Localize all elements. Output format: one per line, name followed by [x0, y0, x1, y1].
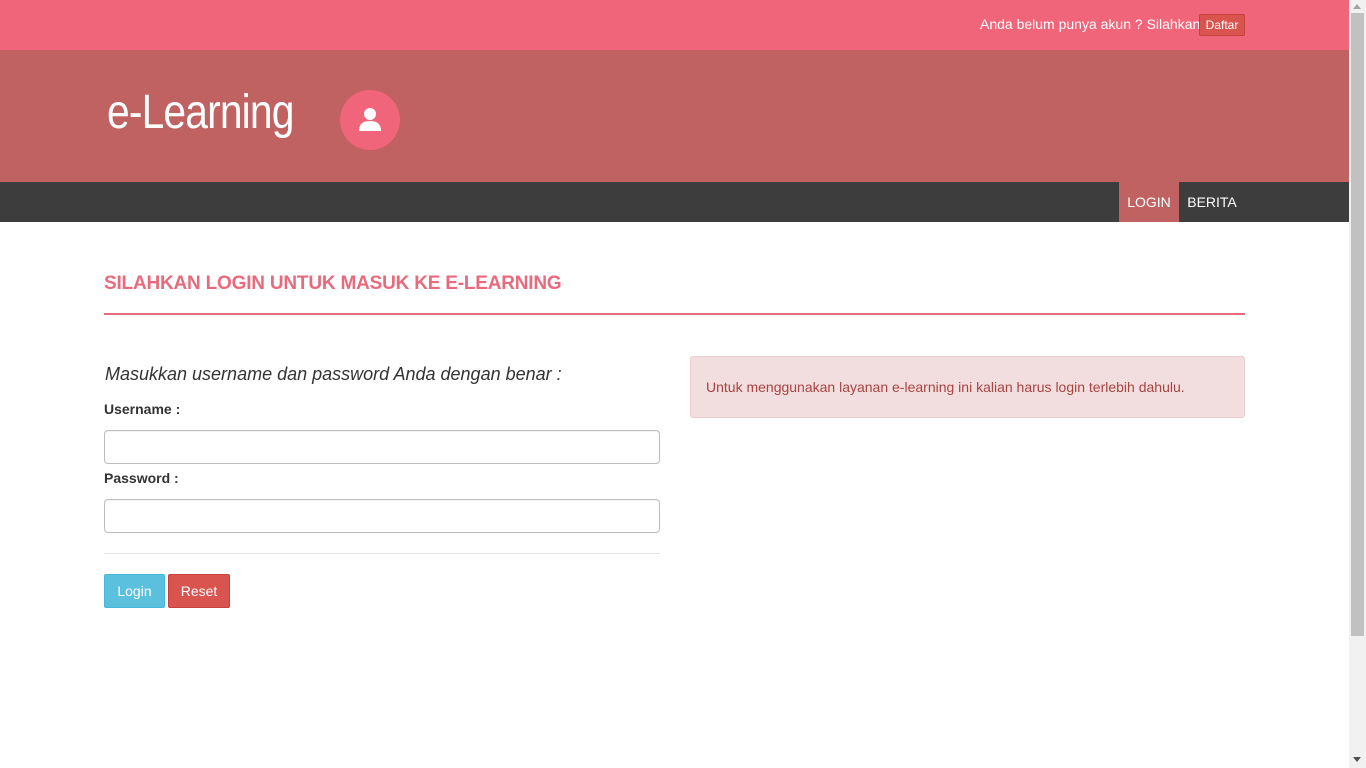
user-icon — [359, 108, 381, 131]
password-input[interactable] — [104, 499, 660, 533]
title-divider — [104, 313, 1245, 315]
reset-button[interactable]: Reset — [168, 574, 230, 608]
top-bar: Anda belum punya akun ? Silahkan Daftar — [0, 0, 1349, 50]
login-button[interactable]: Login — [104, 574, 165, 608]
nav-item-login[interactable]: LOGIN — [1119, 182, 1179, 222]
scroll-up-arrow-icon[interactable] — [1353, 4, 1361, 9]
register-prompt: Anda belum punya akun ? Silahkan — [980, 16, 1201, 32]
site-logo-text[interactable]: e-Learning — [107, 85, 294, 140]
nav-item-berita[interactable]: BERITA — [1179, 182, 1245, 222]
alert-message: Untuk menggunakan layanan e-learning ini… — [706, 379, 1185, 395]
username-label: Username : — [104, 401, 181, 417]
vertical-scrollbar[interactable] — [1349, 0, 1366, 768]
register-button[interactable]: Daftar — [1199, 14, 1245, 36]
login-notice-alert: Untuk menggunakan layanan e-learning ini… — [690, 356, 1245, 418]
username-input[interactable] — [104, 430, 660, 464]
form-instruction: Masukkan username dan password Anda deng… — [105, 364, 562, 384]
form-divider — [104, 553, 660, 554]
page-title: SILAHKAN LOGIN UNTUK MASUK KE E-LEARNING — [104, 273, 562, 294]
site-header: e-Learning — [0, 50, 1349, 182]
scroll-down-arrow-icon[interactable] — [1353, 757, 1361, 762]
main-nav: LOGIN BERITA — [0, 182, 1349, 222]
page: Anda belum punya akun ? Silahkan Daftar … — [0, 0, 1349, 768]
logo-badge — [340, 90, 400, 150]
scrollbar-thumb[interactable] — [1351, 13, 1364, 636]
password-label: Password : — [104, 470, 179, 486]
